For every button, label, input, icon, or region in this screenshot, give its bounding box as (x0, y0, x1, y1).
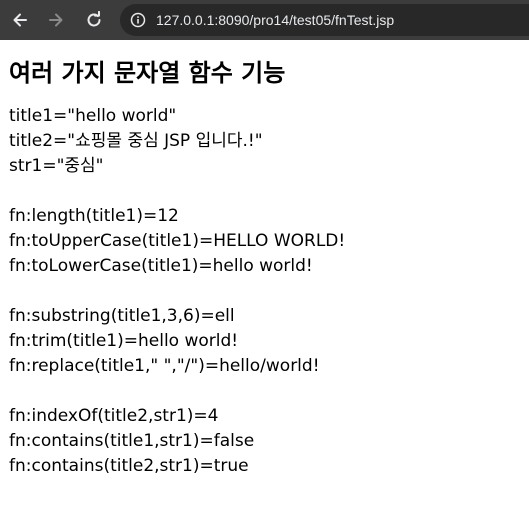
output-line-tolowercase: fn:toLowerCase(title1)=hello world! (9, 256, 313, 276)
output-line-length: fn:length(title1)=12 (9, 206, 179, 226)
back-button[interactable] (6, 6, 34, 34)
url-text[interactable]: 127.0.0.1:8090/pro14/test05/fnTest.jsp (156, 12, 394, 28)
output-line-touppercase: fn:toUpperCase(title1)=HELLO WORLD! (9, 231, 346, 251)
reload-icon (87, 11, 101, 27)
output-line-title1: title1="hello world" (9, 106, 177, 126)
back-arrow-icon (13, 13, 27, 27)
page-title: 여러 가지 문자열 함수 기능 (9, 59, 286, 87)
output-lines: title1="hello world" title2="쇼핑몰 중심 JSP … (9, 104, 519, 479)
reload-button[interactable] (80, 6, 108, 34)
info-icon[interactable] (130, 12, 146, 28)
output-line-substring: fn:substring(title1,3,6)=ell (9, 306, 235, 326)
forward-button[interactable] (42, 6, 70, 34)
output-line-trim: fn:trim(title1)=hello world! (9, 331, 239, 351)
page-content: 여러 가지 문자열 함수 기능 title1="hello world" tit… (9, 40, 519, 479)
address-bar[interactable]: 127.0.0.1:8090/pro14/test05/fnTest.jsp (120, 4, 529, 36)
output-line-title2: title2="쇼핑몰 중심 JSP 입니다.!" (9, 131, 263, 151)
output-line-str1: str1="중심" (9, 156, 104, 176)
forward-arrow-icon (49, 13, 63, 27)
browser-toolbar: 127.0.0.1:8090/pro14/test05/fnTest.jsp (0, 0, 529, 40)
output-line-contains-title1: fn:contains(title1,str1)=false (9, 431, 255, 451)
output-line-replace: fn:replace(title1," ","/")=hello/world! (9, 356, 320, 376)
output-line-contains-title2: fn:contains(title2,str1)=true (9, 456, 249, 476)
output-line-indexof: fn:indexOf(title2,str1)=4 (9, 406, 219, 426)
